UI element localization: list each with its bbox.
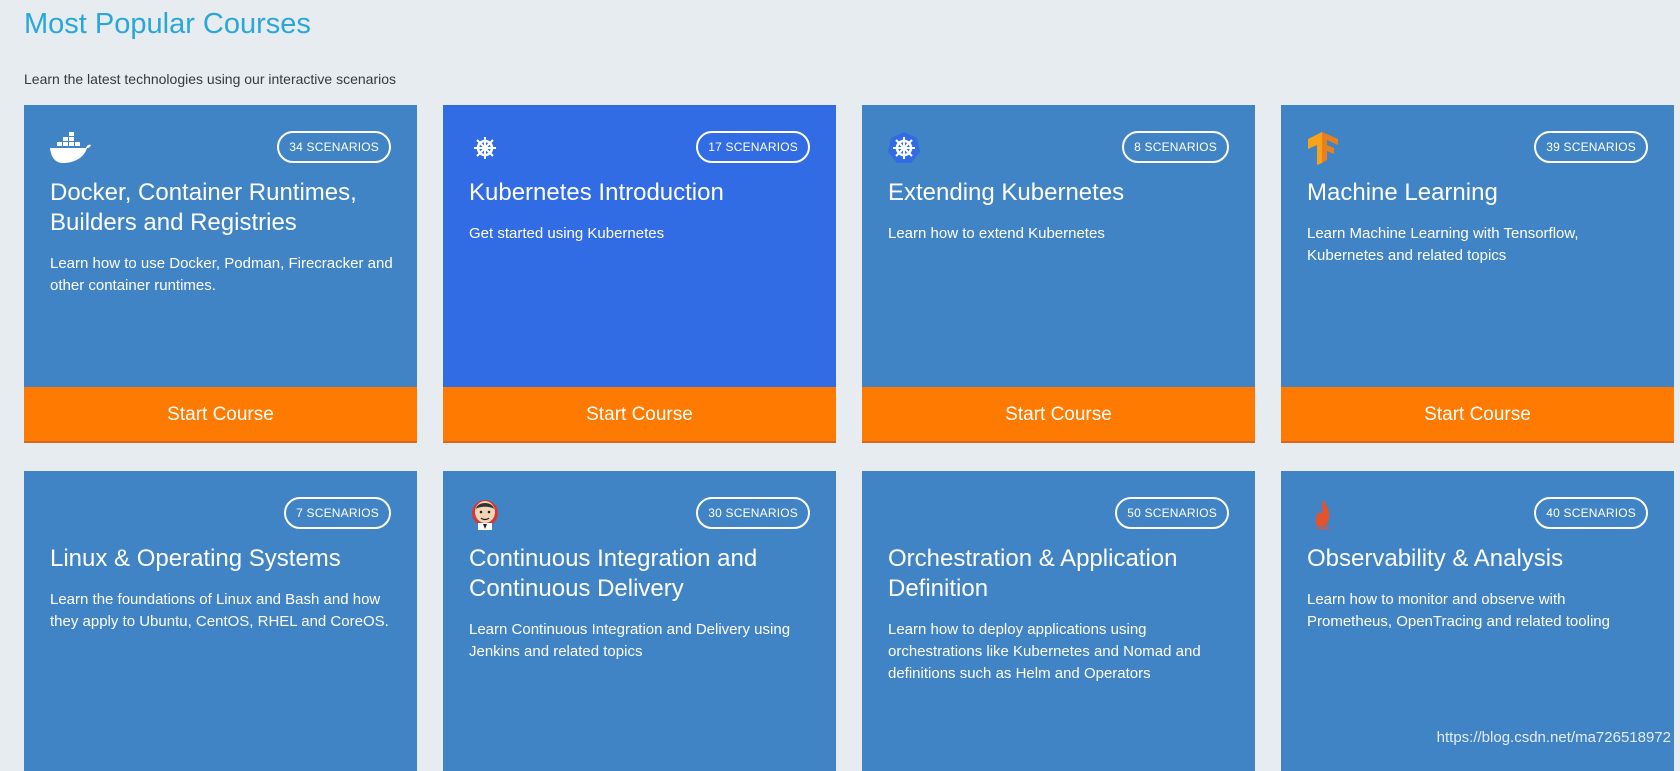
course-card-linux[interactable]: 7 SCENARIOS Linux & Operating Systems Le…: [24, 471, 417, 771]
course-card-body: 17 SCENARIOS Kubernetes Introduction Get…: [443, 105, 836, 387]
start-course-button[interactable]: Start Course: [1281, 387, 1674, 443]
course-title: Observability & Analysis: [1307, 545, 1564, 572]
kubernetes-helm-icon: [887, 131, 929, 165]
prometheus-icon: [1306, 497, 1348, 531]
course-card-body: 7 SCENARIOS Linux & Operating Systems Le…: [24, 471, 417, 771]
course-card-extending-kubernetes[interactable]: 8 SCENARIOS Extending Kubernetes Learn h…: [862, 105, 1255, 443]
start-course-button[interactable]: Start Course: [443, 387, 836, 443]
course-description: Learn how to extend Kubernetes: [888, 225, 1105, 242]
course-description: Learn how to deploy applications using o…: [888, 621, 1201, 682]
course-card-body: 30 SCENARIOS Continuous Integration and …: [443, 471, 836, 771]
kubernetes-helm-icon: [468, 131, 510, 165]
course-card-ci-cd[interactable]: 30 SCENARIOS Continuous Integration and …: [443, 471, 836, 771]
course-card-body: 40 SCENARIOS Observability & Analysis Le…: [1281, 471, 1674, 771]
scenario-count-badge: 8 SCENARIOS: [1122, 131, 1229, 163]
course-title: Docker, Container Runtimes, Builders and…: [50, 179, 357, 236]
course-card-body: 34 SCENARIOS Docker, Container Runtimes,…: [24, 105, 417, 387]
course-card-body: 50 SCENARIOS Orchestration & Application…: [862, 471, 1255, 771]
scenario-count-badge: 34 SCENARIOS: [277, 131, 391, 163]
course-card-body: 8 SCENARIOS Extending Kubernetes Learn h…: [862, 105, 1255, 387]
course-description: Get started using Kubernetes: [469, 225, 665, 242]
course-card-body: 39 SCENARIOS Machine Learning Learn Mach…: [1281, 105, 1674, 387]
page-title: Most Popular Courses: [24, 8, 311, 40]
course-title: Continuous Integration and Continuous De…: [469, 545, 758, 602]
scenario-count-badge: 39 SCENARIOS: [1534, 131, 1648, 163]
course-title: Extending Kubernetes: [888, 179, 1125, 206]
watermark-url: https://blog.csdn.net/ma726518972: [1436, 729, 1671, 746]
course-title: Orchestration & Application Definition: [888, 545, 1178, 602]
course-title: Machine Learning: [1307, 179, 1498, 206]
course-card-observability[interactable]: 40 SCENARIOS Observability & Analysis Le…: [1281, 471, 1674, 771]
scenario-count-badge: 40 SCENARIOS: [1534, 497, 1648, 529]
start-course-button[interactable]: Start Course: [862, 387, 1255, 443]
start-course-button[interactable]: Start Course: [24, 387, 417, 443]
scenario-count-badge: 30 SCENARIOS: [696, 497, 810, 529]
course-description: Learn the foundations of Linux and Bash …: [50, 591, 389, 630]
course-description: Learn Machine Learning with Tensorflow, …: [1307, 225, 1579, 264]
course-card-docker[interactable]: 34 SCENARIOS Docker, Container Runtimes,…: [24, 105, 417, 443]
page-subtitle: Learn the latest technologies using our …: [24, 71, 396, 87]
course-description: Learn Continuous Integration and Deliver…: [469, 621, 791, 660]
jenkins-icon: [468, 497, 510, 531]
scenario-count-badge: 50 SCENARIOS: [1115, 497, 1229, 529]
course-description: Learn how to use Docker, Podman, Firecra…: [50, 255, 393, 294]
docker-whale-icon: [49, 131, 91, 165]
course-card-orchestration[interactable]: 50 SCENARIOS Orchestration & Application…: [862, 471, 1255, 771]
scenario-count-badge: 17 SCENARIOS: [696, 131, 810, 163]
course-description: Learn how to monitor and observe with Pr…: [1307, 591, 1610, 630]
course-title: Kubernetes Introduction: [469, 179, 724, 206]
course-title: Linux & Operating Systems: [50, 545, 341, 572]
scenario-count-badge: 7 SCENARIOS: [284, 497, 391, 529]
course-card-machine-learning[interactable]: 39 SCENARIOS Machine Learning Learn Mach…: [1281, 105, 1674, 443]
course-card-kubernetes-intro[interactable]: 17 SCENARIOS Kubernetes Introduction Get…: [443, 105, 836, 443]
tensorflow-icon: [1306, 131, 1348, 165]
